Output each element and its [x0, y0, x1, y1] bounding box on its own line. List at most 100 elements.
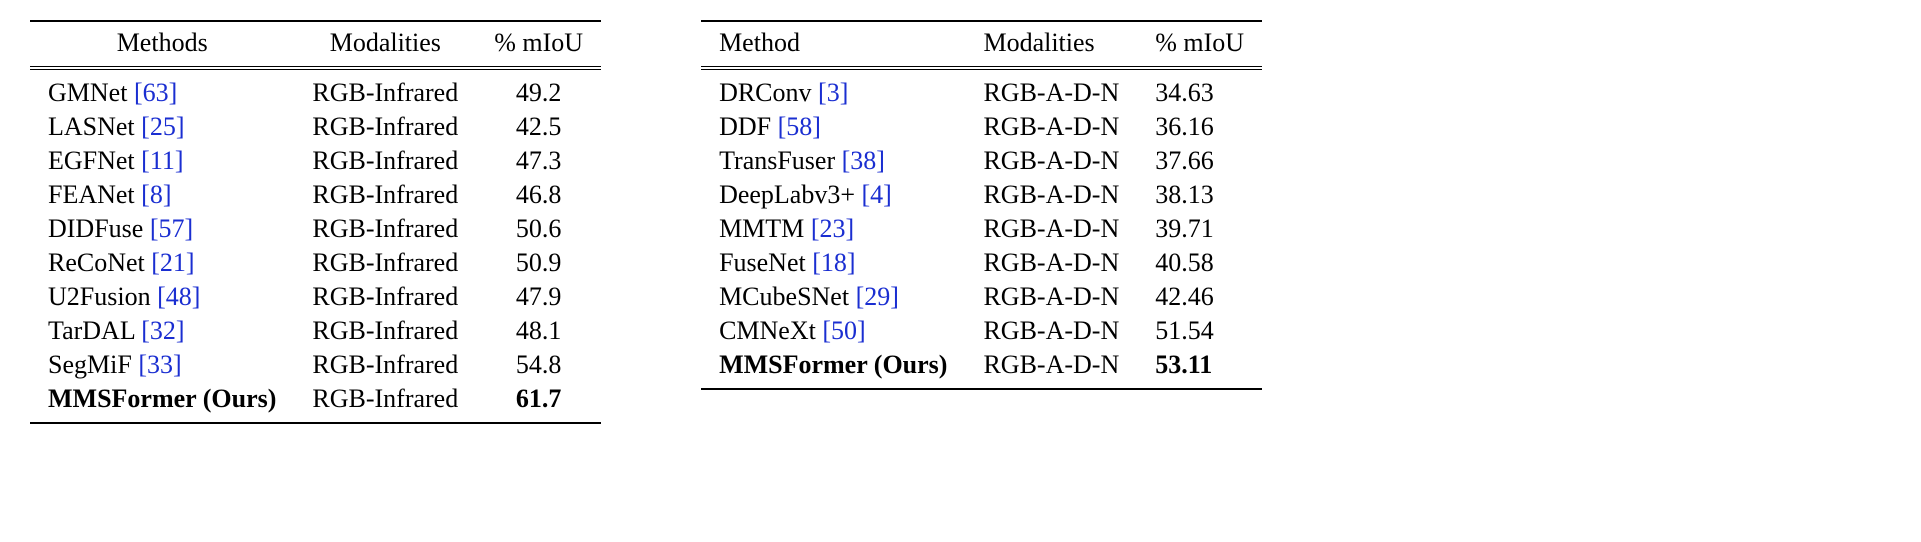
col-modalities-header: Modalities [965, 21, 1137, 67]
citation-link[interactable]: [21] [151, 248, 194, 277]
miou-cell: 39.71 [1137, 212, 1262, 246]
table-row: FEANet [8]RGB-Infrared46.8 [30, 178, 601, 212]
table-right: Method Modalities % mIoU DRConv [3]RGB-A… [701, 20, 1262, 424]
method-cell: SegMiF [33] [30, 348, 294, 382]
miou-cell: 50.6 [476, 212, 601, 246]
method-name: FuseNet [719, 248, 806, 277]
citation-link[interactable]: [23] [811, 214, 854, 243]
method-cell: U2Fusion [48] [30, 280, 294, 314]
table-row: MCubeSNet [29]RGB-A-D-N42.46 [701, 280, 1262, 314]
results-table-2: Method Modalities % mIoU DRConv [3]RGB-A… [701, 20, 1262, 390]
citation-link[interactable]: [18] [812, 248, 855, 277]
miou-cell: 37.66 [1137, 144, 1262, 178]
modality-cell: RGB-A-D-N [965, 144, 1137, 178]
citation-link[interactable]: [11] [141, 146, 183, 175]
miou-cell: 53.11 [1137, 348, 1262, 389]
modality-cell: RGB-Infrared [294, 280, 476, 314]
table-row: GMNet [63]RGB-Infrared49.2 [30, 70, 601, 111]
table-row: U2Fusion [48]RGB-Infrared47.9 [30, 280, 601, 314]
modality-cell: RGB-A-D-N [965, 212, 1137, 246]
citation-link[interactable]: [57] [150, 214, 193, 243]
method-cell: TarDAL [32] [30, 314, 294, 348]
method-cell: MMSFormer (Ours) [701, 348, 965, 389]
table-left: Methods Modalities % mIoU GMNet [63]RGB-… [30, 20, 601, 424]
table-row: TarDAL [32]RGB-Infrared48.1 [30, 314, 601, 348]
citation-link[interactable]: [33] [138, 350, 181, 379]
method-name: TarDAL [48, 316, 135, 345]
method-cell: DIDFuse [57] [30, 212, 294, 246]
table-row: LASNet [25] RGB-Infrared42.5 [30, 110, 601, 144]
table-row: DeepLabv3+ [4]RGB-A-D-N38.13 [701, 178, 1262, 212]
miou-cell: 47.9 [476, 280, 601, 314]
citation-link[interactable]: [48] [157, 282, 200, 311]
results-table-1: Methods Modalities % mIoU GMNet [63]RGB-… [30, 20, 601, 424]
method-name: MMSFormer (Ours) [48, 384, 276, 413]
col-miou-header: % mIoU [1137, 21, 1262, 67]
modality-cell: RGB-Infrared [294, 178, 476, 212]
method-name: CMNeXt [719, 316, 816, 345]
miou-cell: 51.54 [1137, 314, 1262, 348]
miou-cell: 38.13 [1137, 178, 1262, 212]
citation-link[interactable]: [3] [818, 78, 848, 107]
miou-cell: 40.58 [1137, 246, 1262, 280]
modality-cell: RGB-Infrared [294, 144, 476, 178]
col-method-header: Method [701, 21, 965, 67]
method-cell: DRConv [3] [701, 70, 965, 111]
table-row: TransFuser [38]RGB-A-D-N37.66 [701, 144, 1262, 178]
miou-cell: 42.46 [1137, 280, 1262, 314]
method-name: GMNet [48, 78, 127, 107]
method-name: FEANet [48, 180, 135, 209]
miou-cell: 61.7 [476, 382, 601, 423]
method-cell: ReCoNet [21] [30, 246, 294, 280]
modality-cell: RGB-Infrared [294, 348, 476, 382]
modality-cell: RGB-A-D-N [965, 348, 1137, 389]
col-miou-header: % mIoU [476, 21, 601, 67]
miou-cell: 42.5 [476, 110, 601, 144]
table-row: MMSFormer (Ours)RGB-Infrared61.7 [30, 382, 601, 423]
citation-link[interactable]: [25] [141, 112, 184, 141]
col-methods-header: Methods [30, 21, 294, 67]
table-body: GMNet [63]RGB-Infrared49.2LASNet [25]RGB… [30, 70, 601, 424]
method-name: DeepLabv3+ [719, 180, 855, 209]
miou-cell: 48.1 [476, 314, 601, 348]
method-name: U2Fusion [48, 282, 151, 311]
modality-cell: RGB-A-D-N [965, 70, 1137, 111]
table-row: MMSFormer (Ours) RGB-A-D-N53.11 [701, 348, 1262, 389]
method-cell: TransFuser [38] [701, 144, 965, 178]
miou-cell: 34.63 [1137, 70, 1262, 111]
citation-link[interactable]: [4] [862, 180, 892, 209]
method-cell: FuseNet [18] [701, 246, 965, 280]
modality-cell: RGB-A-D-N [965, 110, 1137, 144]
method-name: MMTM [719, 214, 804, 243]
table-row: ReCoNet [21]RGB-Infrared50.9 [30, 246, 601, 280]
citation-link[interactable]: [50] [822, 316, 865, 345]
method-cell: MMSFormer (Ours) [30, 382, 294, 423]
modality-cell: RGB-A-D-N [965, 246, 1137, 280]
citation-link[interactable]: [8] [141, 180, 171, 209]
method-name: MCubeSNet [719, 282, 849, 311]
method-name: DDF [719, 112, 771, 141]
modality-cell: RGB-Infrared [294, 246, 476, 280]
method-name: MMSFormer (Ours) [719, 350, 947, 379]
method-cell: MMTM [23] [701, 212, 965, 246]
method-name: EGFNet [48, 146, 135, 175]
miou-cell: 49.2 [476, 70, 601, 111]
method-name: SegMiF [48, 350, 132, 379]
table-row: CMNeXt [50]RGB-A-D-N51.54 [701, 314, 1262, 348]
table-row: SegMiF [33]RGB-Infrared54.8 [30, 348, 601, 382]
modality-cell: RGB-Infrared [294, 110, 476, 144]
citation-link[interactable]: [58] [778, 112, 821, 141]
table-row: EGFNet [11]RGB-Infrared47.3 [30, 144, 601, 178]
citation-link[interactable]: [32] [141, 316, 184, 345]
method-cell: CMNeXt [50] [701, 314, 965, 348]
citation-link[interactable]: [29] [856, 282, 899, 311]
method-name: ReCoNet [48, 248, 145, 277]
modality-cell: RGB-Infrared [294, 212, 476, 246]
citation-link[interactable]: [38] [842, 146, 885, 175]
col-modalities-header: Modalities [294, 21, 476, 67]
modality-cell: RGB-Infrared [294, 314, 476, 348]
method-name: LASNet [48, 112, 135, 141]
citation-link[interactable]: [63] [134, 78, 177, 107]
method-name: DIDFuse [48, 214, 143, 243]
table-row: MMTM [23]RGB-A-D-N39.71 [701, 212, 1262, 246]
